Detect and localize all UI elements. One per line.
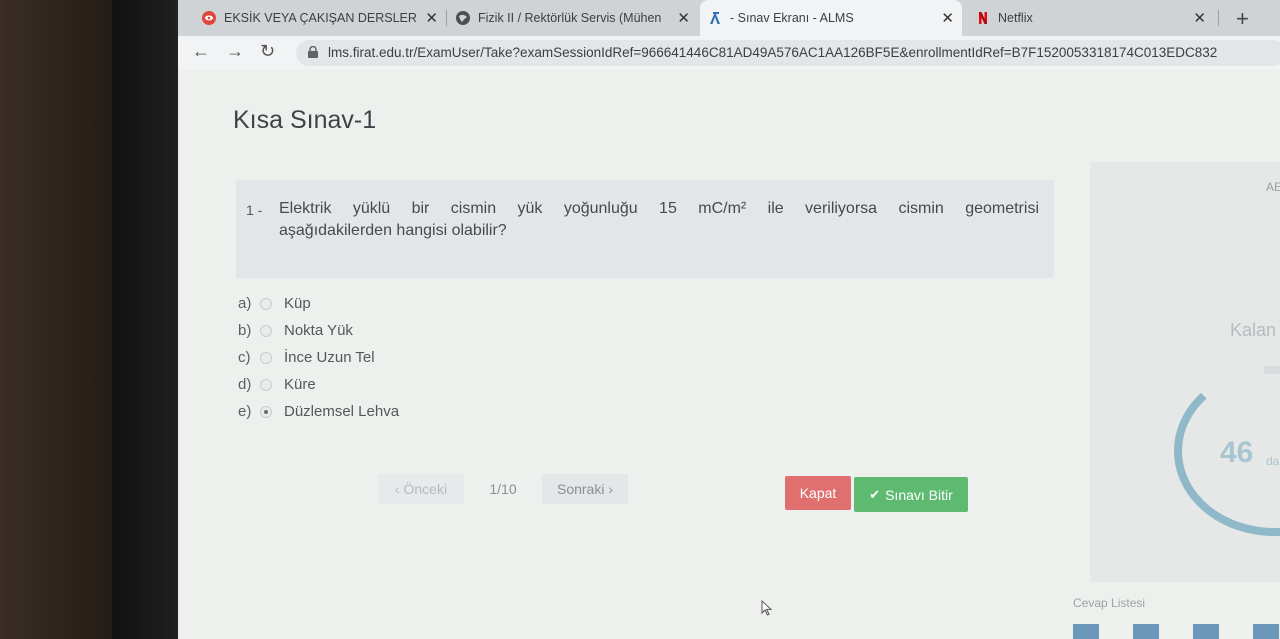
answer-cell[interactable] xyxy=(1133,624,1159,639)
tab-label: - Sınav Ekranı - ALMS xyxy=(730,11,854,25)
answer-cell[interactable] xyxy=(1073,624,1099,639)
chevron-left-icon: ‹ xyxy=(394,481,404,497)
exam-page: Kısa Sınav-1 1 - Elektrik yüklü bir cism… xyxy=(178,70,1280,639)
chevron-right-icon: › xyxy=(604,481,614,497)
radio-button[interactable] xyxy=(260,324,272,337)
option-a[interactable]: a) Küp xyxy=(238,290,399,317)
lock-icon xyxy=(308,46,318,58)
option-text: Nokta Yük xyxy=(284,322,353,339)
answer-list-title: Cevap Listesi xyxy=(1073,596,1146,610)
reload-icon[interactable]: ↻ xyxy=(260,41,275,62)
mouse-cursor-icon xyxy=(761,600,773,616)
red-eye-icon xyxy=(202,11,216,25)
radio-button-selected[interactable] xyxy=(260,405,272,418)
tab-divider xyxy=(446,10,447,26)
previous-button[interactable]: ‹ Önceki xyxy=(378,474,464,504)
question-line-1: Elektrik yüklü bir cismin yük yoğunluğu … xyxy=(279,200,1039,217)
option-c[interactable]: c) İnce Uzun Tel xyxy=(238,344,399,371)
radio-button[interactable] xyxy=(260,297,272,310)
tab-label: Netflix xyxy=(998,11,1033,25)
option-letter: e) xyxy=(238,403,252,420)
close-icon[interactable]: ✕ xyxy=(677,9,690,27)
back-icon[interactable]: ← xyxy=(192,41,210,62)
radio-button[interactable] xyxy=(260,351,272,364)
option-text: Düzlemsel Lehva xyxy=(284,403,400,420)
question-number: 1 - xyxy=(246,202,263,218)
address-bar[interactable]: lms.firat.edu.tr/ExamUser/Take?examSessi… xyxy=(296,40,1280,66)
close-icon[interactable]: ✕ xyxy=(941,9,954,27)
timer-unit: da xyxy=(1266,454,1280,468)
tab-sinav-ekrani[interactable]: - Sınav Ekranı - ALMS ✕ xyxy=(700,0,962,36)
option-letter: b) xyxy=(238,322,252,339)
new-tab-icon[interactable]: + xyxy=(1236,6,1249,32)
address-toolbar: ← → ↻ lms.firat.edu.tr/ExamUser/Take?exa… xyxy=(178,36,1280,71)
close-icon[interactable]: ✕ xyxy=(425,9,438,27)
remaining-time-label: Kalan xyxy=(1230,320,1277,340)
option-letter: d) xyxy=(238,376,252,393)
answer-cell[interactable] xyxy=(1253,624,1279,639)
globe-icon xyxy=(456,11,470,25)
close-icon[interactable]: ✕ xyxy=(1193,9,1206,27)
forward-icon[interactable]: → xyxy=(226,41,244,62)
tab-strip: EKSİK VEYA ÇAKIŞAN DERSLER H ✕ Fizik II … xyxy=(178,0,1280,36)
next-button[interactable]: Sonraki › xyxy=(542,474,628,504)
question-box: 1 - Elektrik yüklü bir cismin yük yoğunl… xyxy=(236,180,1054,278)
tab-netflix[interactable]: Netflix ✕ xyxy=(968,2,1214,34)
finish-label: Sınavı Bitir xyxy=(885,486,953,503)
question-line-2: aşağıdakilerden hangisi olabilir? xyxy=(279,222,507,239)
option-letter: a) xyxy=(238,295,252,312)
option-b[interactable]: b) Nokta Yük xyxy=(238,317,399,344)
page-indicator: 1/10 xyxy=(489,481,517,497)
previous-label: Önceki xyxy=(403,481,448,497)
url-text: lms.firat.edu.tr/ExamUser/Take?examSessi… xyxy=(328,45,1218,60)
browser-window: EKSİK VEYA ÇAKIŞAN DERSLER H ✕ Fizik II … xyxy=(178,0,1280,639)
radio-button[interactable] xyxy=(260,378,272,391)
check-icon: ✔ xyxy=(869,486,881,502)
answer-options: a) Küp b) Nokta Yük c) İnce Uzun Tel d) … xyxy=(238,290,399,425)
answer-cell[interactable] xyxy=(1193,624,1219,639)
timer-value: 46 xyxy=(1220,436,1254,469)
tab-fizik-ii[interactable]: Fizik II / Rektörlük Servis (Mühen ✕ xyxy=(448,2,698,34)
tab-divider xyxy=(1218,10,1219,26)
close-button[interactable]: Kapat xyxy=(785,476,851,510)
timer-ring-gap xyxy=(1264,366,1280,374)
question-text: Elektrik yüklü bir cismin yük yoğunluğu … xyxy=(279,198,1039,242)
question-pager: ‹ Önceki 1/10 Sonraki › xyxy=(378,474,628,504)
option-d[interactable]: d) Küre xyxy=(238,371,399,398)
option-letter: c) xyxy=(238,349,251,366)
option-text: Küp xyxy=(284,295,311,312)
next-label: Sonraki xyxy=(556,481,605,497)
finish-exam-button[interactable]: ✔ Sınavı Bitir xyxy=(854,477,968,512)
option-text: İnce Uzun Tel xyxy=(284,349,375,366)
alms-icon xyxy=(710,12,720,24)
page-title: Kısa Sınav-1 xyxy=(233,106,377,134)
netflix-icon xyxy=(979,12,987,24)
option-text: Küre xyxy=(284,376,316,393)
tab-label: EKSİK VEYA ÇAKIŞAN DERSLER H xyxy=(224,11,420,25)
option-e[interactable]: e) Düzlemsel Lehva xyxy=(238,398,399,425)
side-panel-header: AE xyxy=(1266,180,1280,194)
tab-label: Fizik II / Rektörlük Servis (Mühen xyxy=(478,11,662,25)
tab-eksik-dersler[interactable]: EKSİK VEYA ÇAKIŞAN DERSLER H ✕ xyxy=(194,2,446,34)
